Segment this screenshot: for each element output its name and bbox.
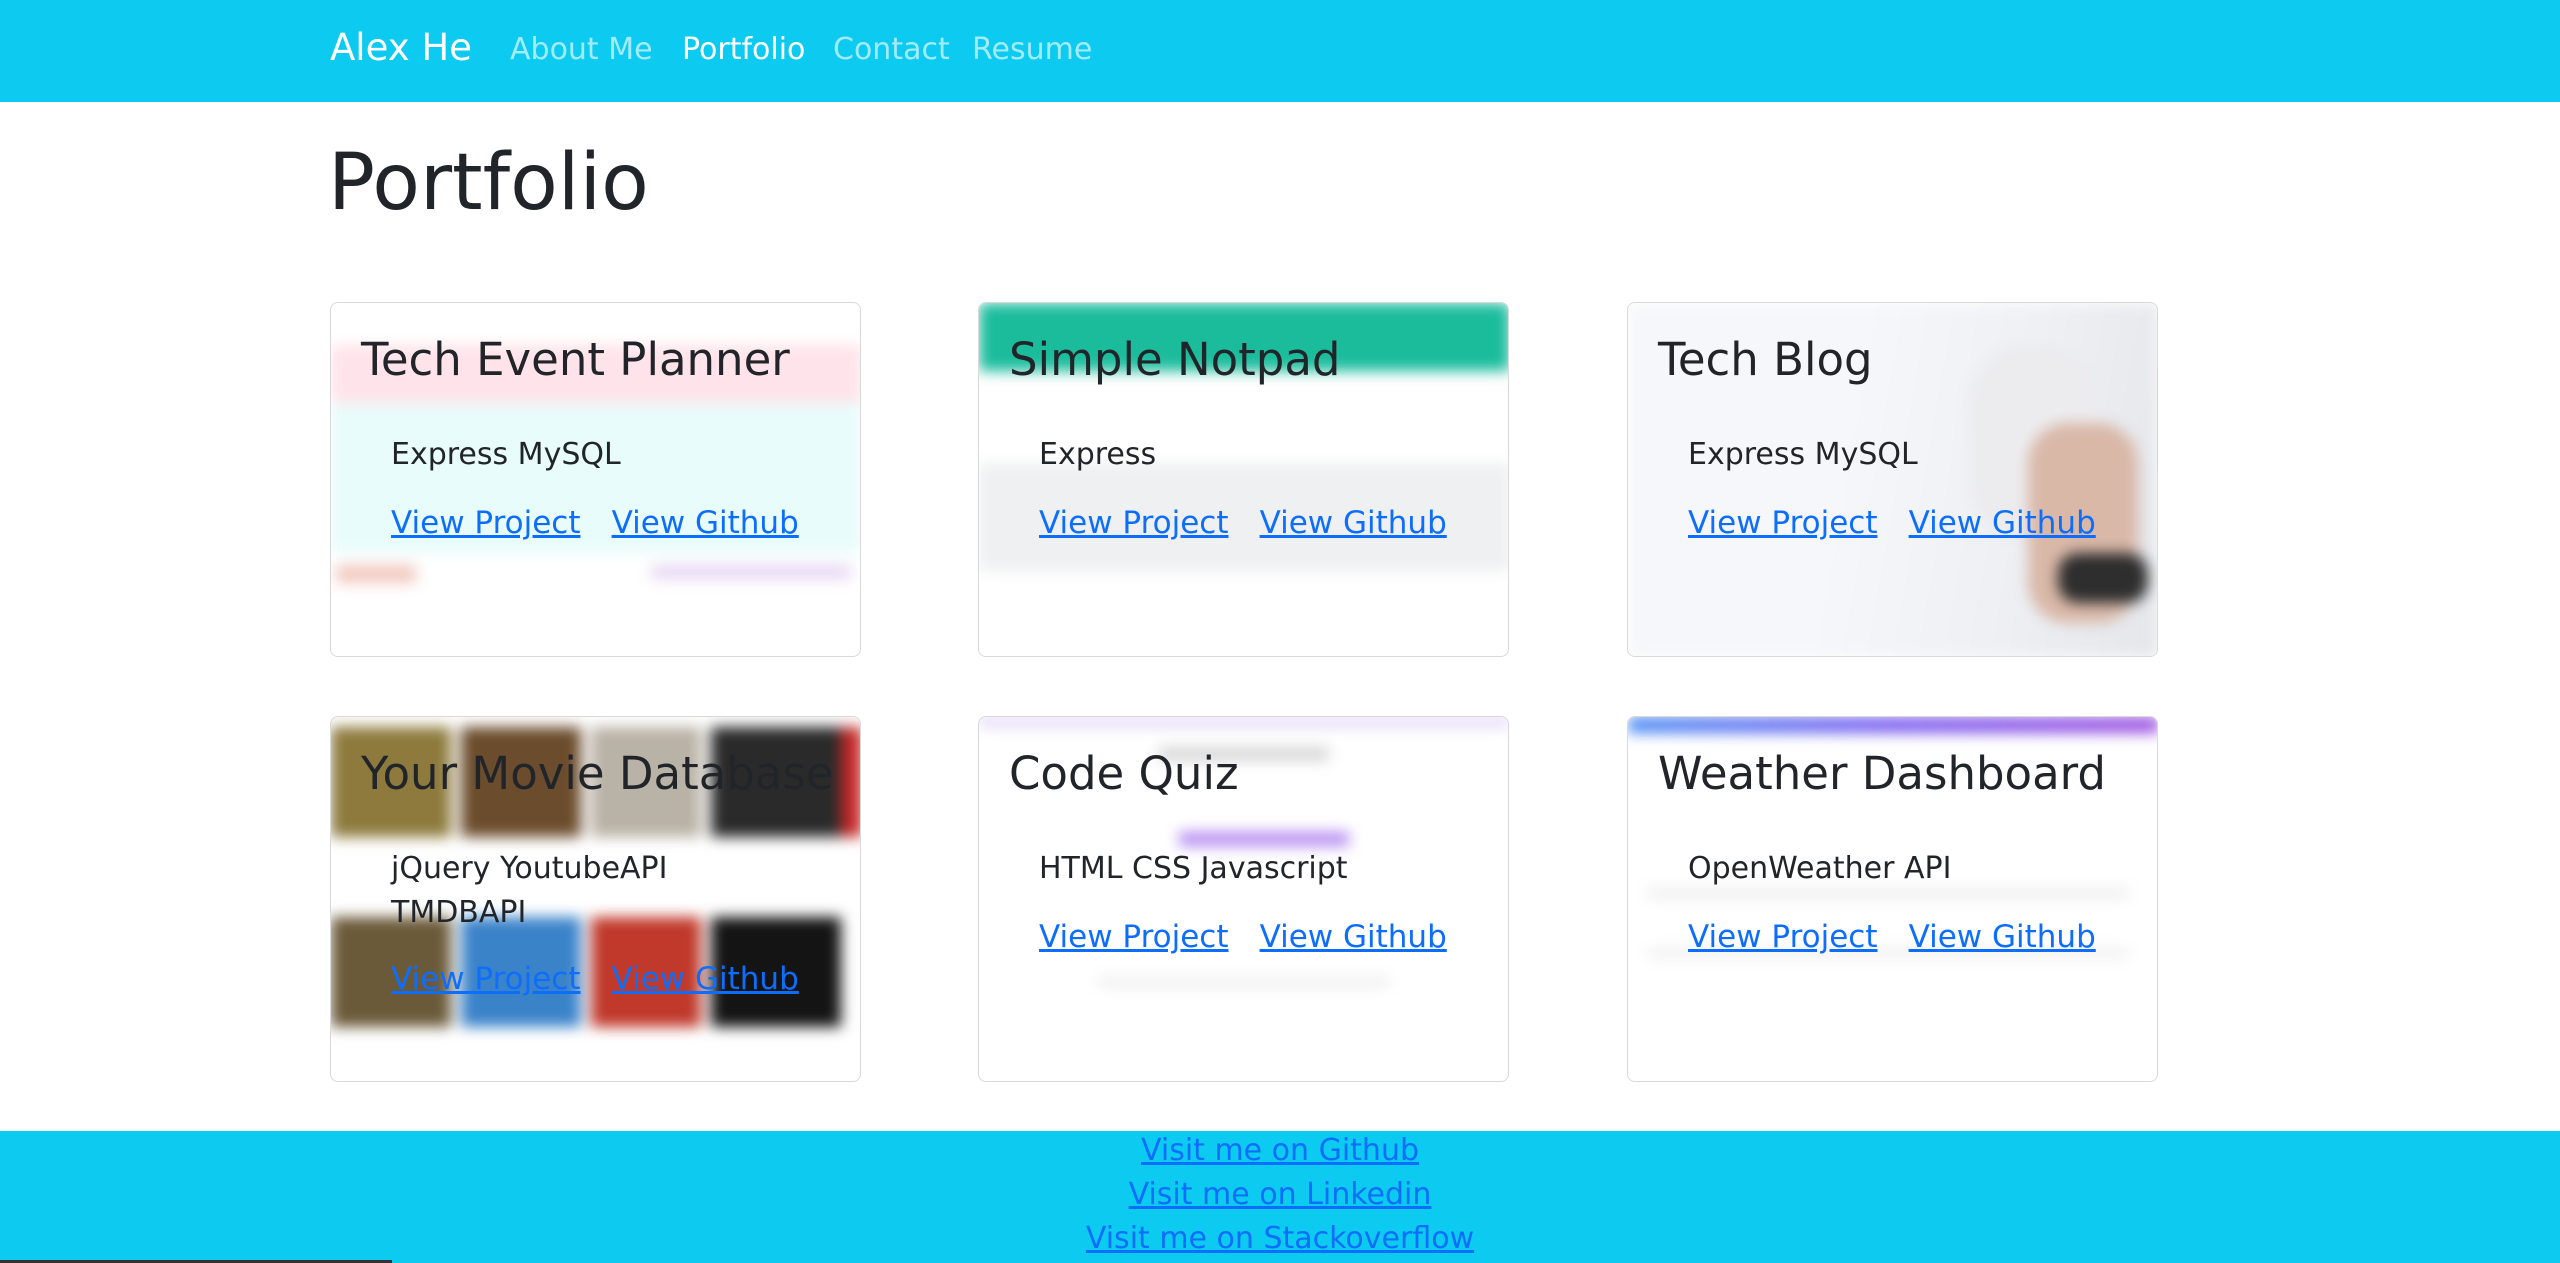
view-github-link[interactable]: View Github: [612, 505, 799, 541]
view-github-link[interactable]: View Github: [1909, 505, 2096, 541]
view-github-link[interactable]: View Github: [1260, 919, 1447, 955]
project-card-weather-dashboard: Weather Dashboard OpenWeather API View P…: [1627, 716, 2158, 1082]
nav-link-contact[interactable]: Contact: [833, 32, 950, 67]
project-card-code-quiz: Code Quiz HTML CSS Javascript View Proje…: [978, 716, 1509, 1082]
project-tech: Express: [1039, 437, 1157, 472]
page-title: Portfolio: [328, 138, 649, 228]
project-title: Code Quiz: [1009, 747, 1239, 800]
view-github-link[interactable]: View Github: [1909, 919, 2096, 955]
view-project-link[interactable]: View Project: [391, 505, 580, 541]
project-title: Tech Event Planner: [361, 333, 790, 386]
project-links: View Project View Github: [391, 505, 825, 541]
project-links: View Project View Github: [1039, 505, 1473, 541]
footer-stackoverflow-link[interactable]: Visit me on Stackoverflow: [0, 1221, 2560, 1256]
project-tech: jQuery YoutubeAPI TMDBAPI: [391, 851, 668, 930]
view-project-link[interactable]: View Project: [1039, 505, 1228, 541]
navbar: Alex He About Me Portfolio Contact Resum…: [0, 0, 2560, 102]
project-links: View Project View Github: [1688, 505, 2122, 541]
project-card-simple-notpad: Simple Notpad Express View Project View …: [978, 302, 1509, 657]
project-card-tech-blog: Tech Blog Express MySQL View Project Vie…: [1627, 302, 2158, 657]
project-tech: OpenWeather API: [1688, 851, 1952, 886]
nav-link-portfolio[interactable]: Portfolio: [682, 32, 805, 67]
project-title: Tech Blog: [1658, 333, 1873, 386]
view-github-link[interactable]: View Github: [1260, 505, 1447, 541]
project-links: View Project View Github: [391, 961, 825, 997]
project-title: Your Movie Database: [361, 747, 834, 800]
brand-link[interactable]: Alex He: [330, 26, 472, 69]
view-project-link[interactable]: View Project: [1688, 919, 1877, 955]
project-links: View Project View Github: [1688, 919, 2122, 955]
view-project-link[interactable]: View Project: [1688, 505, 1877, 541]
view-project-link[interactable]: View Project: [1039, 919, 1228, 955]
footer: Visit me on Github Visit me on Linkedin …: [0, 1131, 2560, 1263]
footer-linkedin-link[interactable]: Visit me on Linkedin: [0, 1177, 2560, 1212]
project-tech: Express MySQL: [391, 437, 621, 472]
view-github-link[interactable]: View Github: [612, 961, 799, 997]
project-title: Weather Dashboard: [1658, 747, 2106, 800]
nav-link-resume[interactable]: Resume: [972, 32, 1092, 67]
project-tech: Express MySQL: [1688, 437, 1918, 472]
view-project-link[interactable]: View Project: [391, 961, 580, 997]
project-links: View Project View Github: [1039, 919, 1473, 955]
project-title: Simple Notpad: [1009, 333, 1341, 386]
nav-link-about-me[interactable]: About Me: [510, 32, 653, 67]
footer-github-link[interactable]: Visit me on Github: [0, 1133, 2560, 1168]
project-tech: HTML CSS Javascript: [1039, 851, 1348, 886]
project-card-your-movie-database: Your Movie Database jQuery YoutubeAPI TM…: [330, 716, 861, 1082]
project-card-tech-event-planner: Tech Event Planner Express MySQL View Pr…: [330, 302, 861, 657]
